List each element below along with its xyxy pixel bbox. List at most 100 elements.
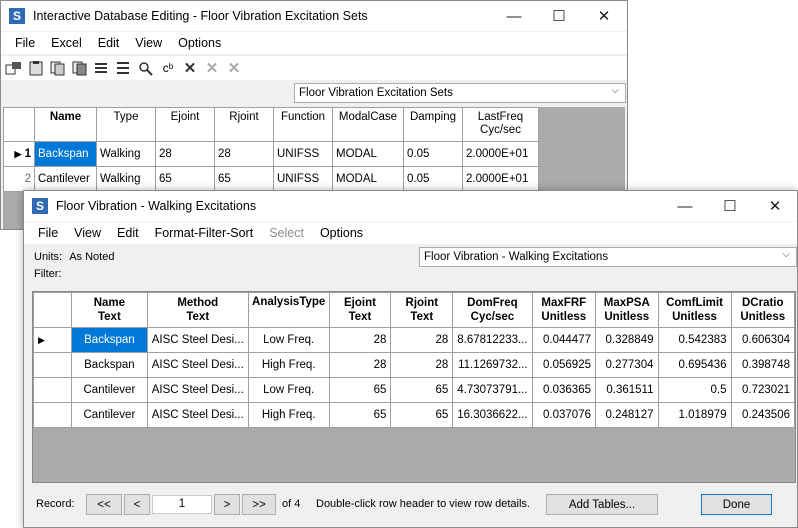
- table-cell[interactable]: High Freq.: [247, 352, 330, 378]
- maximize-icon[interactable]: ☐: [707, 191, 753, 221]
- table-cell[interactable]: 0.056925: [531, 352, 597, 378]
- menu-file[interactable]: File: [1, 36, 43, 50]
- table-row[interactable]: Backspan AISC Steel Desi... High Freq. 2…: [32, 352, 796, 378]
- column-header[interactable]: Ejoint Text: [328, 292, 392, 328]
- table-cell[interactable]: Cantilever: [34, 166, 97, 192]
- menu-format-filter-sort[interactable]: Format-Filter-Sort: [147, 226, 262, 240]
- column-header[interactable]: Name Text: [71, 292, 148, 328]
- column-header[interactable]: AnalysisType: [247, 292, 330, 328]
- table-cell[interactable]: 65: [390, 377, 454, 403]
- row-header[interactable]: ▶ 1: [3, 141, 35, 167]
- table-cell[interactable]: 0.05: [403, 166, 463, 192]
- column-header[interactable]: Name: [34, 107, 97, 142]
- table-cell[interactable]: 2.0000E+01: [462, 166, 539, 192]
- row-header[interactable]: [32, 377, 73, 403]
- maximize-icon[interactable]: ☐: [536, 1, 582, 31]
- table-cell[interactable]: 0.398748: [730, 352, 796, 378]
- table-cell[interactable]: MODAL: [332, 141, 404, 167]
- menu-options[interactable]: Options: [170, 36, 229, 50]
- column-header[interactable]: Damping: [403, 107, 463, 142]
- table-cell[interactable]: UNIFSS: [273, 141, 333, 167]
- row-header[interactable]: [32, 352, 73, 378]
- menu-options[interactable]: Options: [312, 226, 371, 240]
- table-row[interactable]: Cantilever AISC Steel Desi... High Freq.…: [32, 402, 796, 428]
- table-cell[interactable]: 0.05: [403, 141, 463, 167]
- column-header[interactable]: Function: [273, 107, 333, 142]
- sort-icon[interactable]: [113, 57, 135, 79]
- table-cell[interactable]: 4.73073791...: [452, 377, 533, 403]
- menu-view[interactable]: View: [66, 226, 109, 240]
- column-header[interactable]: Ejoint: [155, 107, 215, 142]
- table-cell[interactable]: AISC Steel Desi...: [146, 377, 249, 403]
- close-icon[interactable]: ✕: [581, 1, 627, 31]
- column-header[interactable]: LastFreq Cyc/sec: [462, 107, 539, 142]
- table-cell[interactable]: 0.5: [657, 377, 732, 403]
- next-record-button[interactable]: >: [214, 494, 240, 515]
- column-header[interactable]: Method Text: [146, 292, 249, 328]
- table-cell[interactable]: 0.044477: [531, 327, 597, 353]
- table-cell[interactable]: UNIFSS: [273, 166, 333, 192]
- table-cell[interactable]: 28: [390, 352, 454, 378]
- menu-view[interactable]: View: [127, 36, 170, 50]
- replace-icon[interactable]: cᵇ: [157, 57, 179, 79]
- table-row[interactable]: ▶ Backspan AISC Steel Desi... Low Freq. …: [32, 327, 796, 353]
- paste-icon[interactable]: [25, 57, 47, 79]
- copy-icon[interactable]: [47, 57, 69, 79]
- table-cell[interactable]: AISC Steel Desi...: [146, 327, 249, 353]
- first-record-button[interactable]: <<: [86, 494, 122, 515]
- table-cell[interactable]: Backspan: [34, 141, 97, 167]
- table-cell[interactable]: 0.243506: [730, 402, 796, 428]
- back-titlebar[interactable]: S Interactive Database Editing - Floor V…: [1, 1, 627, 31]
- done-button[interactable]: Done: [701, 494, 772, 515]
- column-header[interactable]: Type: [96, 107, 156, 142]
- table-cell[interactable]: 8.67812233...: [452, 327, 533, 353]
- corner-cell[interactable]: [3, 107, 35, 142]
- delete-icon[interactable]: ✕: [179, 57, 201, 79]
- column-header[interactable]: ModalCase: [332, 107, 404, 142]
- table-cell[interactable]: 28: [155, 141, 215, 167]
- table-cell[interactable]: AISC Steel Desi...: [146, 402, 249, 428]
- menu-edit[interactable]: Edit: [90, 36, 128, 50]
- table-cell[interactable]: 65: [328, 377, 392, 403]
- table-cell[interactable]: Low Freq.: [247, 327, 330, 353]
- table-cell[interactable]: 0.542383: [657, 327, 732, 353]
- table-cell[interactable]: 0.606304: [730, 327, 796, 353]
- table-cell[interactable]: 16.3036622...: [452, 402, 533, 428]
- table-cell[interactable]: 0.695436: [657, 352, 732, 378]
- column-header[interactable]: DomFreq Cyc/sec: [452, 292, 533, 328]
- table-cell[interactable]: 1.018979: [657, 402, 732, 428]
- table-cell[interactable]: 0.036365: [531, 377, 597, 403]
- table-cell[interactable]: Cantilever: [71, 402, 148, 428]
- row-header[interactable]: ▶: [32, 327, 73, 353]
- row-header[interactable]: [32, 402, 73, 428]
- minimize-icon[interactable]: —: [491, 1, 537, 31]
- table-cell[interactable]: Backspan: [71, 327, 148, 353]
- table-cell[interactable]: Walking: [96, 166, 156, 192]
- last-record-button[interactable]: >>: [242, 494, 276, 515]
- table-cell[interactable]: 28: [214, 141, 274, 167]
- table-cell[interactable]: 0.361511: [595, 377, 659, 403]
- table-cell[interactable]: Backspan: [71, 352, 148, 378]
- column-header[interactable]: DCratio Unitless: [730, 292, 796, 328]
- minimize-icon[interactable]: —: [662, 191, 708, 221]
- table-cell[interactable]: AISC Steel Desi...: [146, 352, 249, 378]
- table-cell[interactable]: Cantilever: [71, 377, 148, 403]
- table-row[interactable]: 2 Cantilever Walking 65 65 UNIFSS MODAL …: [3, 166, 539, 192]
- record-number-field[interactable]: 1: [152, 495, 212, 514]
- table-cell[interactable]: Low Freq.: [247, 377, 330, 403]
- table-cell[interactable]: 0.723021: [730, 377, 796, 403]
- table-cell[interactable]: 0.328849: [595, 327, 659, 353]
- row-header[interactable]: 2: [3, 166, 35, 192]
- export-icon[interactable]: [3, 57, 25, 79]
- table-cell[interactable]: 28: [390, 327, 454, 353]
- column-header[interactable]: MaxFRF Unitless: [531, 292, 597, 328]
- table-cell[interactable]: 65: [328, 402, 392, 428]
- fill-down-icon[interactable]: [91, 57, 113, 79]
- column-header[interactable]: Rjoint Text: [390, 292, 454, 328]
- column-header[interactable]: Rjoint: [214, 107, 274, 142]
- table-cell[interactable]: 28: [328, 352, 392, 378]
- table-select[interactable]: Floor Vibration - Walking Excitations ⌵: [419, 247, 797, 267]
- table-cell[interactable]: MODAL: [332, 166, 404, 192]
- menu-file[interactable]: File: [24, 226, 66, 240]
- front-titlebar[interactable]: S Floor Vibration - Walking Excitations …: [24, 191, 797, 221]
